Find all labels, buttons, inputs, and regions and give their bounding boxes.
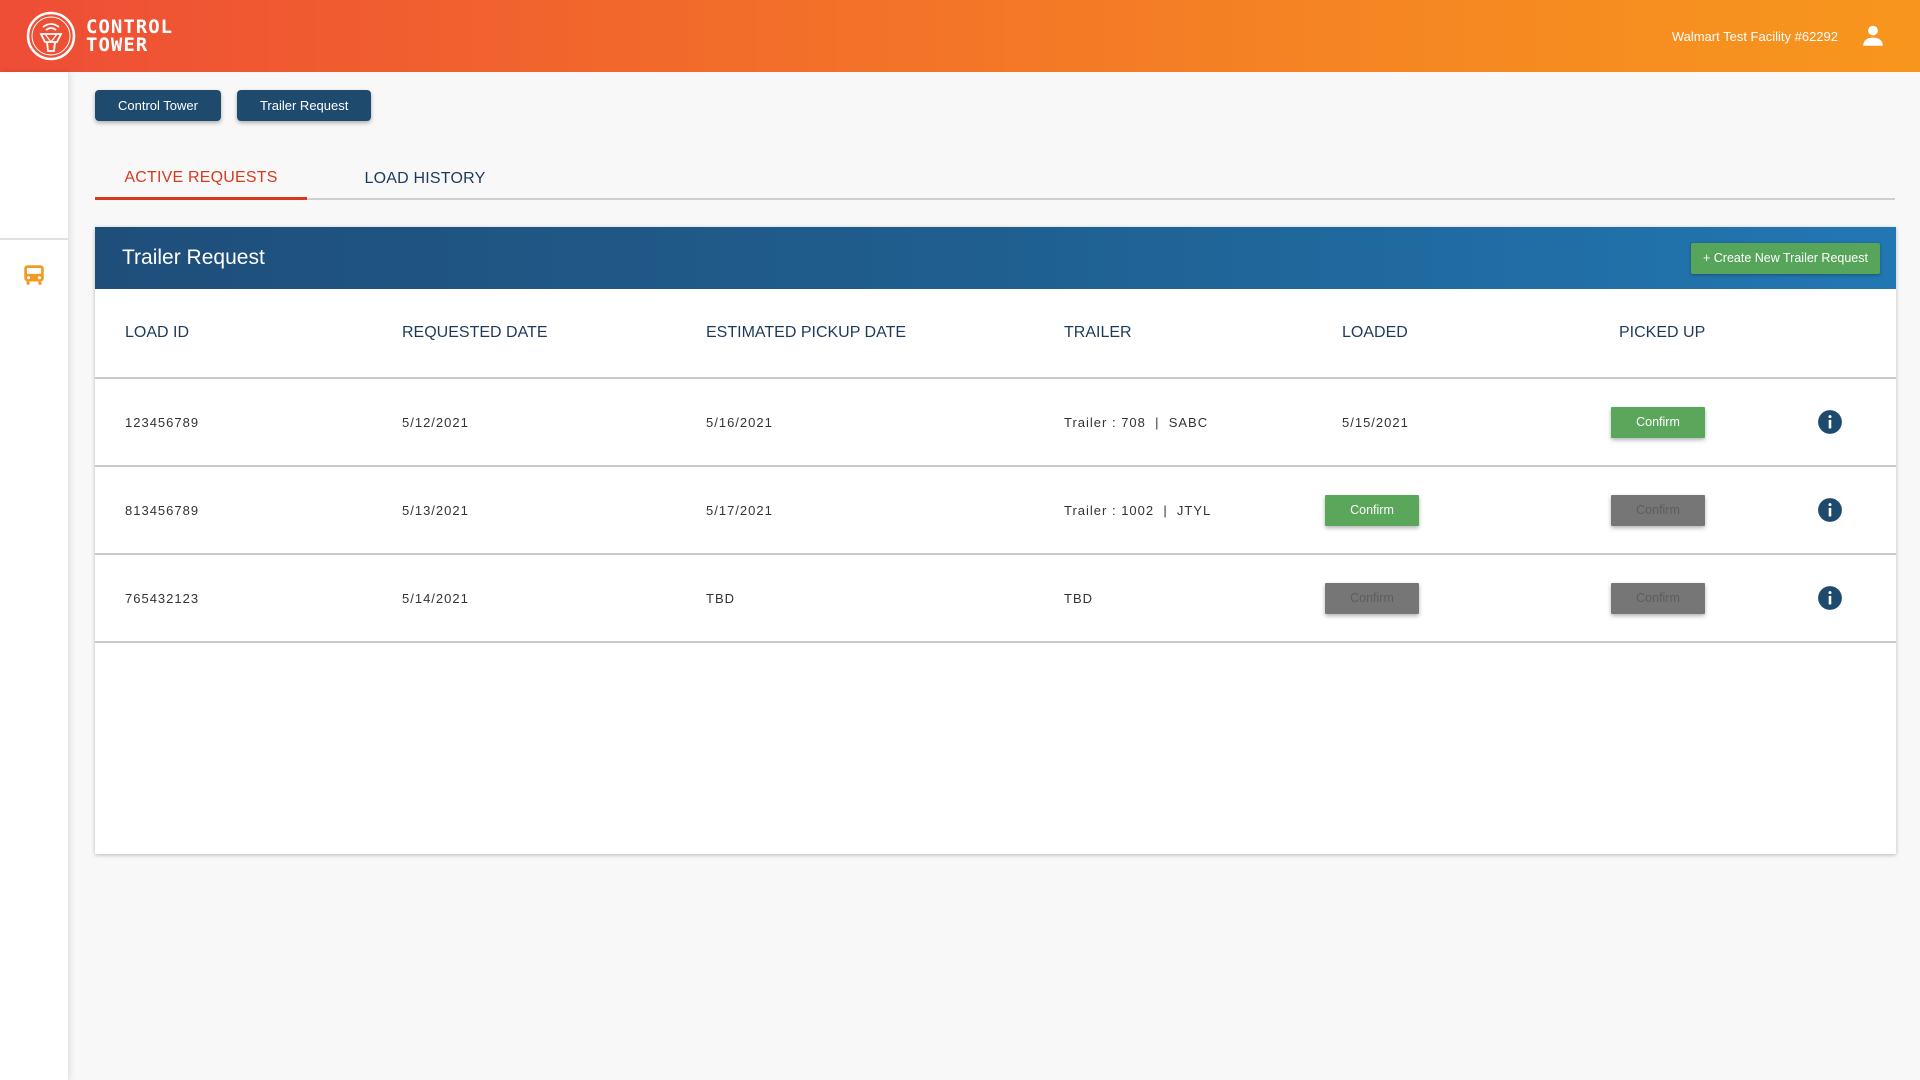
trailer: TBD — [1064, 590, 1093, 606]
create-trailer-request-button[interactable]: + Create New Trailer Request — [1690, 242, 1880, 274]
column-header-loaded: LOADED — [1342, 324, 1408, 341]
top-nav: Control Tower Trailer Request — [95, 90, 372, 121]
table-header: LOAD ID REQUESTED DATE ESTIMATED PICKUP … — [95, 289, 1896, 379]
picked-up-confirm-button: Confirm — [1611, 494, 1705, 526]
tab-active-requests[interactable]: ACTIVE REQUESTS — [95, 158, 307, 200]
sidebar-divider — [0, 238, 68, 240]
estimated-pickup-date: TBD — [706, 590, 735, 606]
control-tower-logo-icon — [26, 11, 76, 61]
load-id: 123456789 — [125, 414, 200, 430]
requested-date: 5/13/2021 — [402, 502, 469, 518]
picked-up-confirm-button[interactable]: Confirm — [1611, 406, 1705, 438]
loaded-confirm-button: Confirm — [1325, 582, 1419, 614]
table-row: 123456789 5/12/2021 5/16/2021 Trailer : … — [95, 379, 1896, 467]
column-header-picked-up: PICKED UP — [1619, 324, 1706, 341]
column-header-estimated-pickup-date: ESTIMATED PICKUP DATE — [706, 324, 907, 341]
user-account-icon[interactable] — [1860, 23, 1886, 49]
header-right: Walmart Test Facility #62292 — [1672, 23, 1886, 49]
table-row: 765432123 5/14/2021 TBD TBD Confirm Conf… — [95, 555, 1896, 643]
loaded-confirm-button[interactable]: Confirm — [1325, 494, 1419, 526]
info-icon[interactable] — [1817, 497, 1843, 523]
loaded-date: 5/15/2021 — [1342, 414, 1409, 430]
brand-name: CONTROL TOWER — [86, 18, 173, 56]
table-row: 813456789 5/13/2021 5/17/2021 Trailer : … — [95, 467, 1896, 555]
column-header-load-id: LOAD ID — [125, 324, 190, 341]
app-header: CONTROL TOWER Walmart Test Facility #622… — [0, 0, 1920, 72]
requested-date: 5/12/2021 — [402, 414, 469, 430]
column-header-requested-date: REQUESTED DATE — [402, 324, 548, 341]
info-icon[interactable] — [1817, 409, 1843, 435]
trailer-request-card: Trailer Request + Create New Trailer Req… — [95, 227, 1896, 854]
bus-icon[interactable] — [21, 262, 47, 288]
picked-up-confirm-button: Confirm — [1611, 582, 1705, 614]
tabs: ACTIVE REQUESTS LOAD HISTORY — [95, 158, 1895, 200]
estimated-pickup-date: 5/16/2021 — [706, 414, 773, 430]
tab-load-history[interactable]: LOAD HISTORY — [307, 158, 543, 200]
load-id: 765432123 — [125, 590, 200, 606]
brand-line-2: TOWER — [86, 34, 149, 56]
load-id: 813456789 — [125, 502, 200, 518]
requested-date: 5/14/2021 — [402, 590, 469, 606]
control-tower-button[interactable]: Control Tower — [95, 90, 221, 121]
sidebar — [0, 72, 68, 1080]
trailer: Trailer : 708 | SABC — [1064, 414, 1209, 430]
card-header: Trailer Request + Create New Trailer Req… — [95, 227, 1896, 289]
trailer-request-button[interactable]: Trailer Request — [236, 90, 372, 121]
info-icon[interactable] — [1817, 585, 1843, 611]
estimated-pickup-date: 5/17/2021 — [706, 502, 773, 518]
column-header-trailer: TRAILER — [1064, 324, 1132, 341]
trailer: Trailer : 1002 | JTYL — [1064, 502, 1212, 518]
card-title: Trailer Request — [122, 246, 265, 269]
facility-name: Walmart Test Facility #62292 — [1671, 28, 1838, 44]
brand[interactable]: CONTROL TOWER — [26, 11, 173, 61]
